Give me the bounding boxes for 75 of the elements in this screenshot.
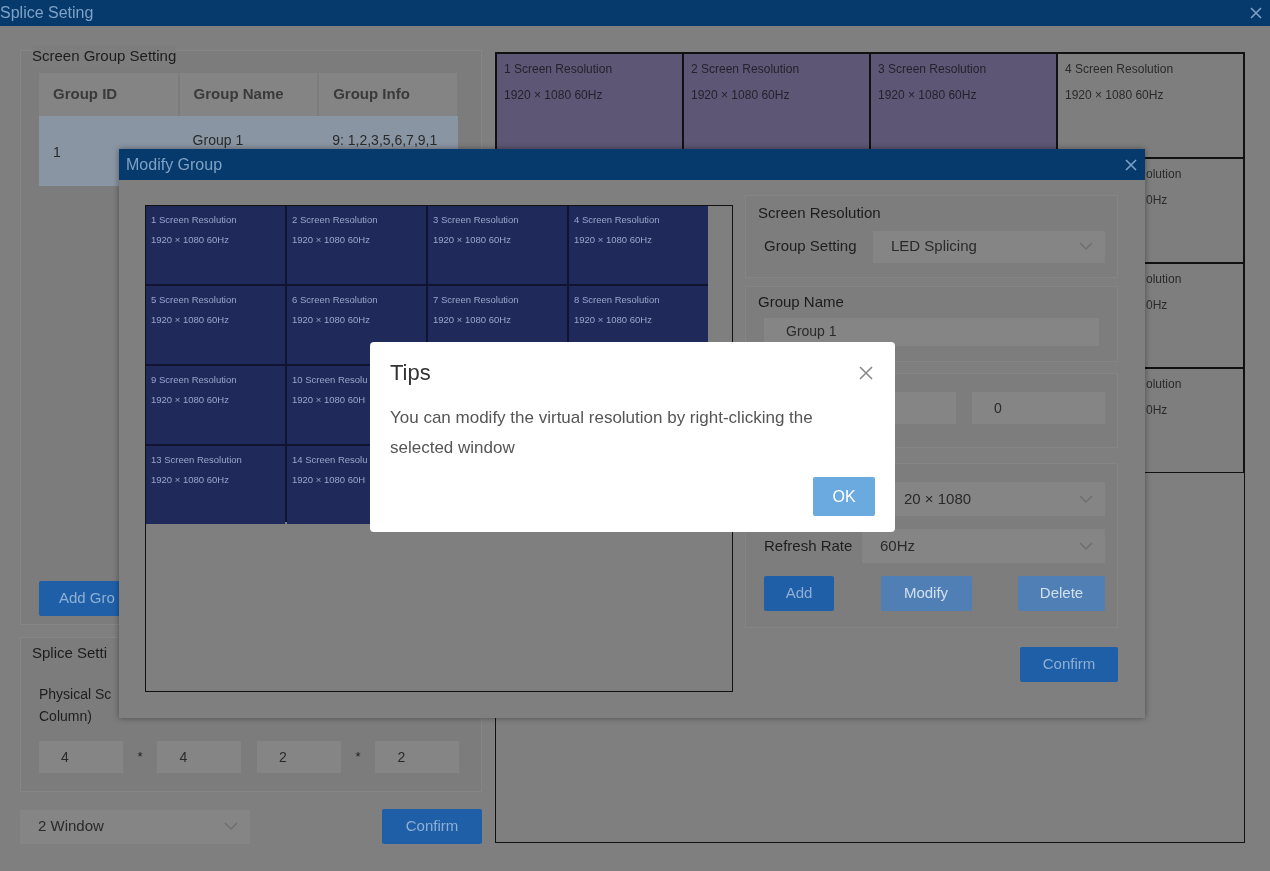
tile-resolution: 1920 × 1080 60Hz (433, 233, 512, 248)
number-field[interactable]: 2 (257, 741, 341, 773)
tile-title: 13 Screen Resolution (151, 453, 243, 467)
screen-tile[interactable]: 2 Screen Resolution 1920 × 1080 60Hz (287, 206, 426, 284)
confirm-button[interactable]: Confirm (382, 809, 482, 844)
field-label: Group Setting (763, 236, 858, 257)
tile-resolution: 1920 × 1080 60H (292, 473, 367, 488)
panel-title: Screen Resolution (758, 203, 882, 223)
screen-tile[interactable]: 3 Screen Resolution 1920 × 1080 60Hz (428, 206, 567, 284)
ok-button[interactable]: OK (813, 477, 875, 516)
screen-tile[interactable]: 4 Screen Resolution 1920 × 1080 60Hz (569, 206, 708, 284)
tile-resolution: 1920 × 1080 60Hz (504, 87, 604, 104)
tile-resolution: 1920 × 1080 60Hz (151, 473, 230, 488)
times-sign: * (136, 748, 144, 767)
tile-title: 7 Screen Resolution (433, 293, 520, 307)
window-select[interactable]: 2 Window (20, 809, 250, 844)
tile-resolution: 1920 × 1080 60Hz (151, 313, 230, 328)
field-label: Column) (39, 707, 92, 726)
tile-resolution: 1920 × 1080 60Hz (691, 87, 791, 104)
tile-resolution: 1920 × 1080 60H (292, 393, 367, 408)
column-header: Group Name (178, 73, 319, 116)
tile-title: 14 Screen Resolu (292, 453, 369, 467)
tile-resolution: 1920 × 1080 60Hz (292, 313, 371, 328)
tile-title: 4 Screen Resolution (1065, 61, 1175, 78)
add-group-button[interactable]: Add Gro (39, 581, 119, 616)
tile-title: 3 Screen Resolution (878, 61, 988, 78)
screen-tile[interactable]: 9 Screen Resolution 1920 × 1080 60Hz (146, 366, 285, 444)
tile-title: 2 Screen Resolution (292, 213, 379, 227)
screen-tile[interactable]: 4 Screen Resolution 1920 × 1080 60Hz (1057, 53, 1244, 158)
tile-title: olution (1146, 166, 1183, 183)
tile-title: 5 Screen Resolution (151, 293, 238, 307)
column-header: Group ID (39, 73, 179, 116)
close-icon[interactable] (859, 365, 873, 380)
tile-title: 6 Screen Resolution (292, 293, 379, 307)
tile-title: 4 Screen Resolution (574, 213, 661, 227)
tile-resolution: 1920 × 1080 60Hz (574, 233, 653, 248)
tile-title: olution (1146, 376, 1183, 393)
group-setting-select[interactable]: LED Splicing (873, 230, 1105, 263)
tile-title: 9 Screen Resolution (151, 373, 238, 387)
tile-title: olution (1146, 271, 1183, 288)
tile-resolution: 0Hz (1146, 192, 1169, 209)
refresh-rate-select[interactable]: 60Hz (862, 529, 1105, 563)
close-icon[interactable] (1125, 158, 1137, 171)
field-label: Refresh Rate (763, 535, 854, 556)
tile-title: 3 Screen Resolution (433, 213, 520, 227)
number-field[interactable]: 4 (39, 741, 123, 773)
column-header: Group Info (318, 73, 458, 116)
tile-resolution: 1920 × 1080 60Hz (574, 313, 653, 328)
tile-resolution: 1920 × 1080 60Hz (1065, 87, 1165, 104)
action-button[interactable]: Add (764, 576, 834, 611)
close-icon[interactable] (1250, 7, 1262, 19)
times-sign: * (354, 748, 362, 767)
tile-resolution: 0Hz (1146, 297, 1169, 314)
panel-title: Group Name (758, 292, 845, 312)
tile-title: 1 Screen Resolution (504, 61, 614, 78)
confirm-button[interactable]: Confirm (1020, 647, 1118, 682)
tile-title: 1 Screen Resolution (151, 213, 238, 227)
tile-resolution: 1920 × 1080 60Hz (878, 87, 978, 104)
screen-tile[interactable]: 5 Screen Resolution 1920 × 1080 60Hz (146, 286, 285, 364)
panel-title: Splice Setti (32, 643, 108, 663)
number-field[interactable]: 4 (157, 741, 241, 773)
window-title: Splice Seting (0, 3, 94, 23)
tile-resolution: 0Hz (1146, 402, 1169, 419)
tile-resolution: 1920 × 1080 60Hz (151, 393, 230, 408)
tile-title: 8 Screen Resolution (574, 293, 661, 307)
tile-resolution: 1920 × 1080 60Hz (292, 233, 371, 248)
field-label: Physical Sc (39, 685, 112, 704)
tile-title: 2 Screen Resolution (691, 61, 801, 78)
screen-tile[interactable]: 13 Screen Resolution 1920 × 1080 60Hz (146, 446, 285, 524)
number-field[interactable]: 0 (972, 392, 1105, 424)
tile-resolution: 1920 × 1080 60Hz (433, 313, 512, 328)
screen-tile[interactable]: 1 Screen Resolution 1920 × 1080 60Hz (146, 206, 285, 284)
number-field[interactable]: 2 (375, 741, 459, 773)
tile-resolution: 1920 × 1080 60Hz (151, 233, 230, 248)
group-name-field[interactable]: Group 1 (764, 317, 1099, 346)
